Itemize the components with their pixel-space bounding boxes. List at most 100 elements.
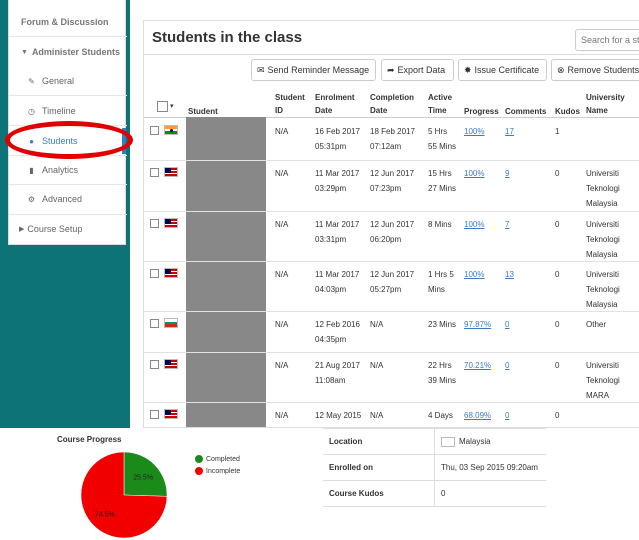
cell-line: 15 Hrs <box>428 169 452 178</box>
sidebar-item-general[interactable]: ✎ General <box>9 67 127 95</box>
search-input[interactable] <box>575 29 639 51</box>
cell-line: N/A <box>370 411 384 420</box>
progress-link[interactable]: 100% <box>464 217 484 232</box>
comments-link[interactable]: 0 <box>505 317 509 332</box>
sidebar-item-label: Forum & Discussion <box>21 17 109 27</box>
progress-link[interactable]: 100% <box>464 166 484 181</box>
clock-icon: ◷ <box>28 106 35 116</box>
cell-line: 27 Mins <box>428 184 457 193</box>
cell-active-time: 8 Mins <box>428 217 452 232</box>
select-all-checkbox[interactable] <box>157 101 168 112</box>
cell-line: Teknologi <box>586 285 620 294</box>
cell-line: Universiti <box>586 220 619 229</box>
info-row-enrolled: Enrolled on Thu, 03 Sep 2015 09:20am <box>323 455 546 481</box>
issue-certificate-button[interactable]: ✸ Issue Certificate <box>458 59 547 81</box>
sidebar-item-administer-students[interactable]: ▼ Administer Students <box>9 38 127 66</box>
cell-line: 03:31pm <box>315 235 347 244</box>
header-line: Date <box>315 106 333 115</box>
header-line: University <box>586 93 625 102</box>
comments-link[interactable]: 17 <box>505 124 514 139</box>
row-checkbox[interactable] <box>150 319 159 328</box>
row-divider <box>144 402 639 403</box>
comments-link[interactable]: 0 <box>505 358 509 373</box>
cell-kudos: 0 <box>555 361 560 370</box>
legend-label: Completed <box>206 455 240 463</box>
send-reminder-button[interactable]: ✉ Send Reminder Message <box>251 59 376 81</box>
cell-enrolment-date: 12 Feb 2016 04:35pm <box>315 317 360 347</box>
cell-line: 07:12am <box>370 142 402 151</box>
pie-label-incomplete: 74.5% <box>95 512 115 519</box>
divider <box>9 95 127 96</box>
progress-link[interactable]: 68.09% <box>464 408 491 423</box>
cell-completion-date: 12 Jun 2017 07:23pm <box>370 166 414 196</box>
comments-link[interactable]: 7 <box>505 217 509 232</box>
cell-line: 22 Hrs <box>428 361 452 370</box>
cell-active-time: 5 Hrs 55 Mins <box>428 124 456 154</box>
cell-line: 04:35pm <box>315 335 347 344</box>
header-line: Name <box>586 106 608 115</box>
cell-line: 1 Hrs 5 <box>428 270 454 279</box>
share-icon: ➦ <box>387 64 395 75</box>
usa-flag-icon <box>164 409 178 419</box>
progress-link[interactable]: 100% <box>464 267 484 282</box>
export-data-button[interactable]: ➦ Export Data <box>381 59 454 81</box>
row-checkbox[interactable] <box>150 269 159 278</box>
cell-university: Universiti Teknologi Malaysia <box>586 217 620 262</box>
cell-line: 5 Hrs <box>428 127 448 136</box>
button-label: Send Reminder Message <box>267 65 370 75</box>
row-checkbox[interactable] <box>150 360 159 369</box>
progress-link[interactable]: 97.87% <box>464 317 491 332</box>
cell-line: 03:29pm <box>315 184 347 193</box>
cell-completion-date: 12 Jun 2017 06:20pm <box>370 217 414 247</box>
row-checkbox[interactable] <box>150 219 159 228</box>
highlight-oval <box>5 121 133 159</box>
cell-kudos: 0 <box>555 220 560 229</box>
row-checkbox[interactable] <box>150 126 159 135</box>
cell-kudos: 0 <box>555 270 560 279</box>
caret-down-icon[interactable]: ▾ <box>170 102 174 110</box>
row-checkbox[interactable] <box>150 168 159 177</box>
cell-student-id: N/A <box>275 220 289 229</box>
info-row-kudos: Course Kudos 0 <box>323 481 546 507</box>
legend-item-completed: Completed <box>195 453 240 465</box>
remove-students-button[interactable]: ⊗ Remove Students <box>551 59 639 81</box>
cell-line: 18 Feb 2017 <box>370 127 415 136</box>
button-label: Export Data <box>397 65 446 75</box>
comments-link[interactable]: 13 <box>505 267 514 282</box>
cell-kudos: 0 <box>555 169 560 178</box>
sidebar-item-course-setup[interactable]: ▶ Course Setup <box>9 215 127 243</box>
sidebar-item-label: Advanced <box>42 194 83 204</box>
header-line: Student <box>275 93 305 102</box>
cell-line: 11 Mar 2017 <box>315 220 360 229</box>
button-label: Issue Certificate <box>474 65 540 75</box>
cell-line: 12 Jun 2017 <box>370 169 415 178</box>
column-header-university[interactable]: University Name <box>586 91 625 117</box>
cell-enrolment-date: 11 Mar 2017 03:29pm <box>315 166 359 196</box>
progress-link[interactable]: 100% <box>464 124 484 139</box>
cell-line: 12 Feb 2016 <box>315 320 360 329</box>
sidebar-item-analytics[interactable]: ▮ Analytics <box>9 156 127 184</box>
header-line: Date <box>370 106 388 115</box>
sidebar-item-forum[interactable]: Forum & Discussion <box>9 8 127 36</box>
header-line: Time <box>428 106 447 115</box>
header-line: ID <box>275 106 283 115</box>
cell-completion-date: N/A <box>370 317 383 332</box>
comments-link[interactable]: 9 <box>505 166 509 181</box>
column-header-student-id[interactable]: Student ID <box>275 91 305 117</box>
cell-line: 07:23pm <box>370 184 402 193</box>
cell-line: Universiti <box>586 270 619 279</box>
malaysia-flag-icon <box>164 218 178 228</box>
row-checkbox[interactable] <box>150 410 159 419</box>
sidebar-item-advanced[interactable]: ⚙ Advanced <box>9 185 127 213</box>
column-header-enrolment[interactable]: Enrolment Date <box>315 91 355 117</box>
cell-line: Malaysia <box>586 250 618 259</box>
progress-link[interactable]: 70.21% <box>464 358 491 373</box>
malaysia-flag-icon <box>164 268 178 278</box>
comments-link[interactable]: 0 <box>505 408 509 423</box>
column-header-completion[interactable]: Completion Date <box>370 91 414 117</box>
cell-line: 8 Mins <box>428 220 452 229</box>
cell-line: 16 Feb 2017 <box>315 127 360 136</box>
column-header-active-time[interactable]: Active Time <box>428 91 452 117</box>
cell-line: Malaysia <box>586 199 618 208</box>
info-value: 0 <box>441 489 446 498</box>
